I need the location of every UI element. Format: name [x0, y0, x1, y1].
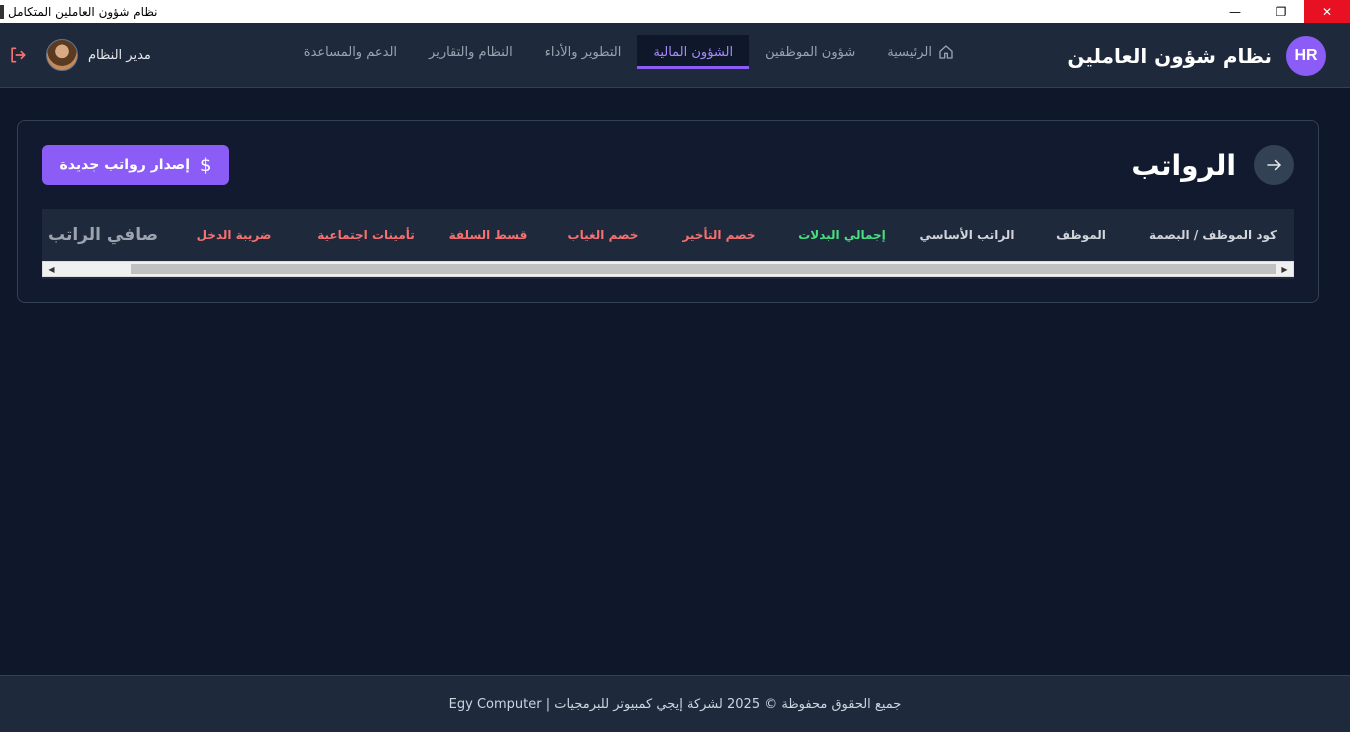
payroll-card: الرواتب $ إصدار رواتب جديدة كود الموظف /…	[17, 120, 1319, 303]
avatar[interactable]	[46, 39, 78, 71]
back-button[interactable]	[1254, 145, 1294, 185]
col-advance-installment[interactable]: قسط السلفة	[428, 228, 548, 242]
window-title: نظام شؤون العاملين المتكامل	[8, 4, 158, 19]
col-total-allowances[interactable]: إجمالي البدلات	[780, 228, 904, 242]
nav-label: الرئيسية	[887, 44, 932, 60]
col-employee-code[interactable]: كود الموظف / البصمة	[1132, 228, 1294, 242]
payroll-table: كود الموظف / البصمة الموظف الراتب الأساس…	[42, 209, 1294, 279]
nav-label: الشؤون المالية	[653, 44, 734, 60]
nav-label: الدعم والمساعدة	[303, 44, 398, 60]
brand[interactable]: HR نظام شؤون العاملين	[1067, 36, 1326, 76]
logout-icon[interactable]	[8, 45, 28, 65]
nav-label: شؤون الموظفين	[765, 44, 856, 60]
app-name: نظام شؤون العاملين	[1067, 44, 1272, 68]
nav-item-system-reports[interactable]: النظام والتقارير	[413, 35, 529, 69]
nav-item-home[interactable]: الرئيسية	[871, 35, 970, 69]
app-window-icon	[0, 4, 4, 19]
issue-payroll-button[interactable]: $ إصدار رواتب جديدة	[42, 145, 229, 185]
scroll-right-icon[interactable]: ▶	[1276, 262, 1293, 276]
horizontal-scrollbar[interactable]: ◀ ▶	[42, 261, 1294, 277]
copyright-text: جميع الحقوق محفوظة © 2025 لشركة إيجي كمب…	[448, 696, 902, 712]
nav-label: النظام والتقارير	[429, 44, 513, 60]
col-absence-deduction[interactable]: خصم الغياب	[548, 228, 658, 242]
minimize-button[interactable]: —	[1212, 0, 1258, 23]
brand-logo: HR	[1286, 36, 1326, 76]
nav-item-support[interactable]: الدعم والمساعدة	[288, 35, 413, 69]
col-basic-salary[interactable]: الراتب الأساسي	[904, 228, 1030, 242]
card-header: الرواتب	[1131, 145, 1294, 185]
home-icon	[938, 44, 954, 60]
user-area: مدير النظام	[8, 39, 151, 71]
arrow-right-icon	[1267, 159, 1281, 171]
col-income-tax[interactable]: ضريبة الدخل	[164, 228, 304, 242]
issue-payroll-label: إصدار رواتب جديدة	[59, 157, 190, 173]
nav-item-employees[interactable]: شؤون الموظفين	[749, 35, 871, 69]
window-title-area: نظام شؤون العاملين المتكامل	[0, 4, 158, 19]
table-header-row: كود الموظف / البصمة الموظف الراتب الأساس…	[42, 209, 1294, 261]
close-button[interactable]: ✕	[1304, 0, 1350, 23]
col-net-salary[interactable]: صافي الراتب	[42, 225, 164, 245]
scrollbar-thumb[interactable]	[131, 264, 1276, 274]
col-social-insurance[interactable]: تأمينات اجتماعية	[304, 228, 428, 242]
scroll-left-icon[interactable]: ◀	[43, 262, 60, 276]
nav-item-finance[interactable]: الشؤون المالية	[637, 35, 750, 69]
nav-label: التطوير والأداء	[544, 44, 622, 60]
window-titlebar: نظام شؤون العاملين المتكامل — ❐ ✕	[0, 0, 1350, 23]
footer: جميع الحقوق محفوظة © 2025 لشركة إيجي كمب…	[0, 675, 1350, 732]
app-header: HR نظام شؤون العاملين الرئيسية شؤون المو…	[0, 23, 1350, 88]
user-name: مدير النظام	[88, 47, 151, 63]
window-controls: — ❐ ✕	[1212, 0, 1350, 23]
nav-item-development[interactable]: التطوير والأداء	[529, 35, 638, 69]
main-nav: الرئيسية شؤون الموظفين الشؤون المالية ال…	[288, 35, 970, 69]
maximize-button[interactable]: ❐	[1258, 0, 1304, 23]
page-title: الرواتب	[1131, 148, 1236, 182]
col-employee[interactable]: الموظف	[1030, 228, 1132, 242]
col-late-deduction[interactable]: خصم التأخير	[658, 228, 780, 242]
dollar-icon: $	[200, 154, 212, 176]
